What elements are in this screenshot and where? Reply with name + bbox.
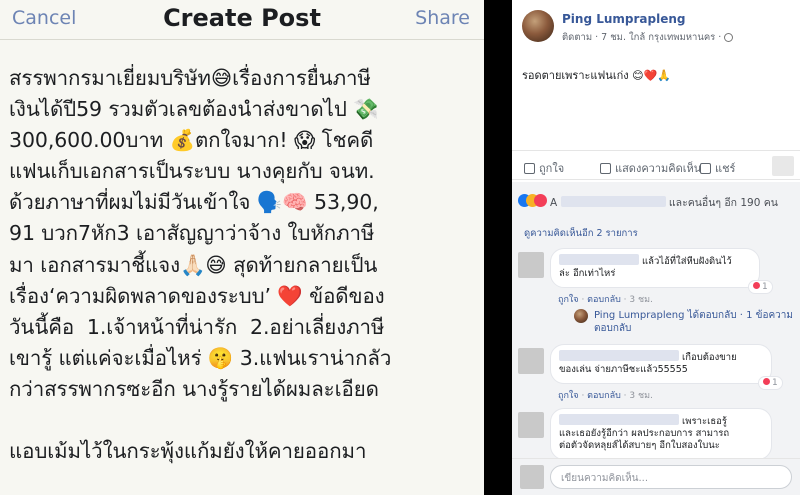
comment-text-1: เพราะเธอรู้ — [682, 416, 727, 427]
comment-label: แสดงความคิดเห็น — [615, 162, 702, 175]
commenter-avatar[interactable] — [518, 348, 544, 374]
share-icon — [700, 163, 711, 174]
facebook-post: Ping Lumprapleng ติดตาม · 7 ชม. ใกล้ กรุ… — [512, 0, 800, 495]
post-text-line: 91 บวก7หัก3 เอาสัญญาว่าจ้าง ใบหักภาษี — [9, 221, 375, 246]
post-actions-bar: ถูกใจ แสดงความคิดเห็น แชร์ — [512, 150, 800, 180]
post-text-line: เขารู้ แต่แค่จะเมื่อไหร่ 🤫 3.แฟนเราน่ากล… — [9, 345, 392, 370]
comment-reaction-count: 1 — [772, 378, 778, 388]
post-text-line: มา เอกสารมาชี้แจง🙏🏻😅 สุดท้ายกลายเป็น — [9, 252, 378, 277]
comment-like-link[interactable]: ถูกใจ — [558, 295, 579, 305]
comment-text-3: ต่อตัวจัดหลุยส์ได้สบายๆ อีกใบสองใบนะ — [559, 440, 720, 451]
like-label: ถูกใจ — [539, 162, 565, 175]
view-more-comments-link[interactable]: ดูความคิดเห็นอีก 2 รายการ — [524, 226, 638, 241]
comment-time: 3 ชม. — [629, 391, 653, 401]
commenter-avatar[interactable] — [518, 412, 544, 438]
comment-time: 3 ชม. — [629, 295, 653, 305]
comments-section: ดูความคิดเห็นอีก 2 รายการ แล้วไอ้ที่ใส่ห… — [512, 218, 800, 460]
comment-reply-link[interactable]: ตอบกลับ — [587, 295, 621, 305]
blurred-name — [559, 350, 679, 361]
reactions-prefix: A — [550, 197, 558, 209]
comment-text-2: และเธอยังรู้อีกว่า ผลประกอบการ สามารถ — [559, 428, 730, 439]
thumbs-up-icon — [524, 163, 535, 174]
blurred-name — [559, 414, 679, 425]
comment-text-1: เกือบต้องขาย — [682, 352, 737, 363]
post-header: Ping Lumprapleng ติดตาม · 7 ชม. ใกล้ กรุ… — [512, 0, 800, 50]
post-text-line: เรื่อง‘ความผิดพลาดของระบบ’ ❤️ ข้อดีของ — [9, 283, 385, 308]
create-post-panel: Cancel Create Post Share สรรพากรมาเยี่ยม… — [0, 0, 484, 495]
like-action[interactable]: ถูกใจ — [524, 159, 564, 177]
reactions-names: A และคนอื่นๆ อีก 190 คน — [550, 194, 778, 211]
replies-link[interactable]: Ping Lumprapleng ได้ตอบกลับ · 1 ข้อความต… — [594, 309, 794, 335]
love-reaction-icon — [534, 194, 547, 207]
post-text-area[interactable]: สรรพากรมาเยี่ยมบริษัท😅เรื่องการยื่นภาษีเ… — [0, 40, 484, 467]
comment-like-link[interactable]: ถูกใจ — [558, 391, 579, 401]
post-text-line: เงินได้ปี59 รวมตัวเลขต้องนำส่งขาดไป 💸 — [9, 97, 379, 122]
comment-text-2: ของเล่น จ่ายภาษีชะแล้ว55555 — [559, 364, 688, 375]
comment-bubble: เกือบต้องขาย ของเล่น จ่ายภาษีชะแล้ว55555 — [550, 344, 772, 384]
share-button[interactable]: Share — [415, 7, 470, 29]
panel-divider — [484, 0, 494, 495]
comment-action[interactable]: แสดงความคิดเห็น — [600, 159, 701, 177]
post-text-line: สรรพากรมาเยี่ยมบริษัท😅เรื่องการยื่นภาษี — [9, 66, 371, 90]
post-meta-text: ติดตาม · 7 ชม. ใกล้ กรุงเทพมหานคร · — [562, 32, 722, 43]
post-meta: ติดตาม · 7 ชม. ใกล้ กรุงเทพมหานคร · — [562, 30, 734, 45]
comment-bubble: แล้วไอ้ที่ใส่หีบฝังดินไว้ ล่ะ อีกเท่าไหร… — [550, 248, 760, 288]
comment-bubble: เพราะเธอรู้ และเธอยังรู้อีกว่า ผลประกอบก… — [550, 408, 772, 460]
comment-actions: ถูกใจ · ตอบกลับ · 3 ชม. — [558, 391, 653, 401]
author-name[interactable]: Ping Lumprapleng — [562, 12, 686, 26]
comment-reaction-badge[interactable]: 1 — [758, 376, 783, 390]
current-user-avatar — [520, 465, 544, 489]
post-text-line: กว่าสรรพากรซะอีก นางรู้รายได้ผมละเอียด — [9, 376, 379, 401]
post-text-line: วันนี้คือ 1.เจ้าหน้าที่น่ารัก 2.อย่าเลี่… — [9, 314, 385, 339]
comment-reply-link[interactable]: ตอบกลับ — [587, 391, 621, 401]
post-body: รอดตายเพราะแฟนเก่ง 😊❤️🙏 — [522, 66, 671, 84]
share-action[interactable]: แชร์ — [700, 159, 735, 177]
compose-title: Create Post — [163, 4, 321, 32]
reply-avatar — [574, 309, 588, 323]
post-body-text: รอดตายเพราะแฟนเก่ง 😊❤️🙏 — [522, 69, 671, 82]
heart-icon — [753, 282, 760, 289]
globe-icon — [724, 33, 734, 42]
comment-icon — [600, 163, 611, 174]
comment-reaction-badge[interactable]: 1 — [748, 280, 773, 294]
comment-text-2: ล่ะ อีกเท่าไหร่ — [559, 268, 616, 279]
share-label: แชร์ — [715, 162, 736, 175]
blurred-name — [559, 254, 639, 265]
comment-text-1: แล้วไอ้ที่ใส่หีบฝังดินไว้ — [642, 256, 732, 267]
compose-navbar: Cancel Create Post Share — [0, 0, 484, 40]
comment-input[interactable]: เขียนความคิดเห็น... — [550, 465, 792, 489]
post-text-line — [9, 405, 474, 436]
post-text-line: ด้วยภาษาที่ผมไม่มีวันเข้าใจ 🗣️🧠 53,90, — [9, 190, 379, 215]
post-text-line: แอบเม้มไว้ในกระพุ้งแก้มยังให้คายออกมา — [9, 439, 367, 464]
avatar[interactable] — [522, 10, 554, 42]
comment-reaction-count: 1 — [762, 282, 768, 292]
blurred-name — [560, 196, 666, 207]
reactions-summary[interactable]: A และคนอื่นๆ อีก 190 คน — [512, 182, 800, 218]
reactions-count: และคนอื่นๆ อีก 190 คน — [668, 197, 778, 209]
comment-actions: ถูกใจ · ตอบกลับ · 3 ชม. — [558, 295, 653, 305]
post-text-line: แฟนเก็บเอกสารเป็นระบบ นางคุยกับ จนท. — [9, 159, 375, 184]
heart-icon — [763, 378, 770, 385]
write-comment-bar: เขียนความคิดเห็น... — [512, 458, 800, 495]
post-text-line: 300,600.00บาท 💰ตกใจมาก! 😱 โชคดี — [9, 128, 374, 153]
commenter-avatar[interactable] — [518, 252, 544, 278]
viewer-avatar — [772, 156, 794, 176]
